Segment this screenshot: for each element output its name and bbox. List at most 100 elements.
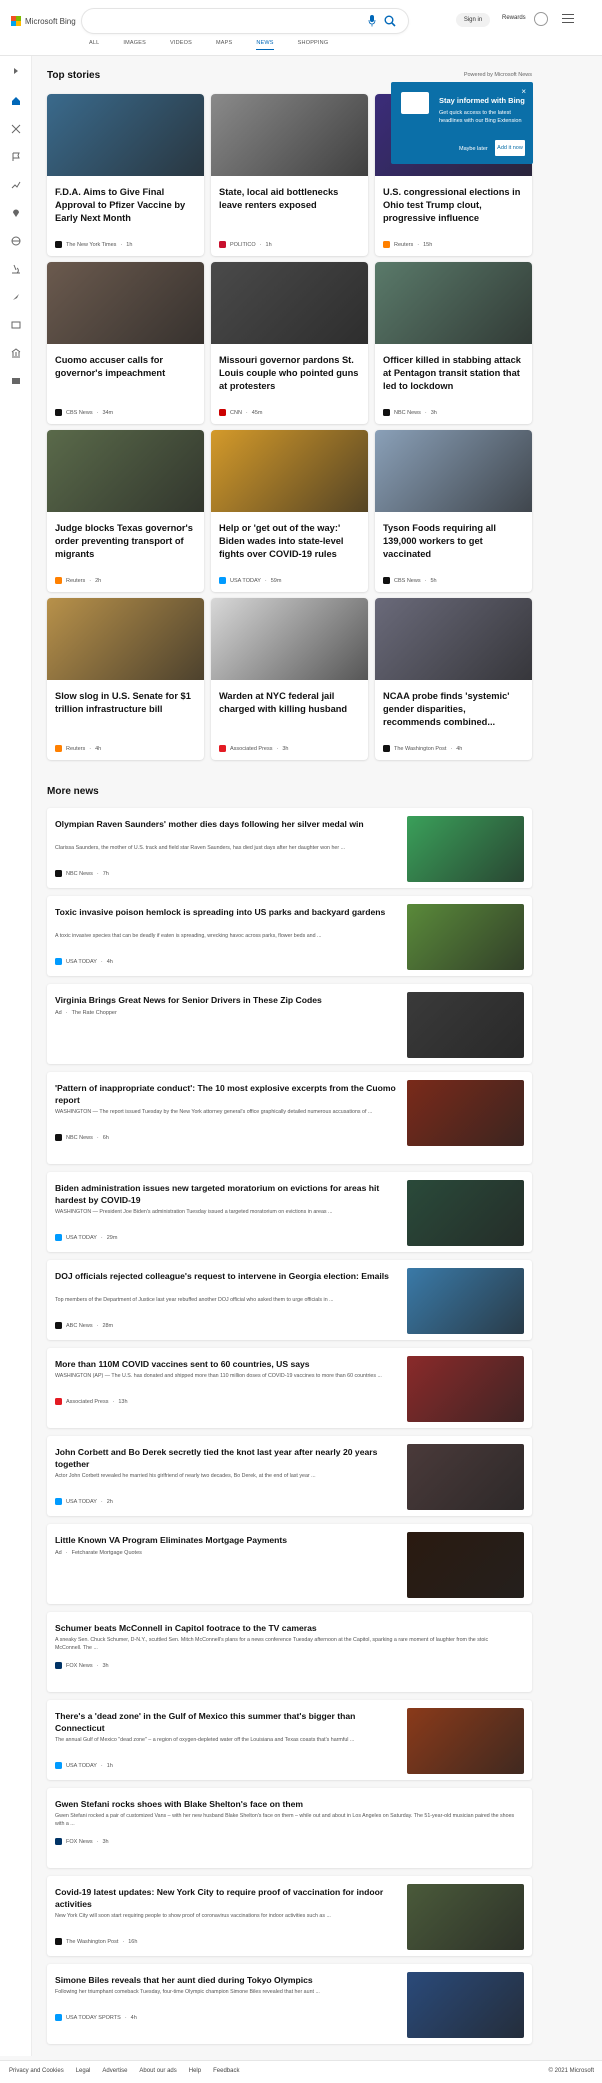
- story-card[interactable]: NCAA probe finds 'systemic' gender dispa…: [375, 598, 532, 760]
- microphone-icon[interactable]: [368, 15, 376, 27]
- film-icon[interactable]: [11, 320, 21, 330]
- bank-icon[interactable]: [11, 348, 21, 358]
- card-icon[interactable]: [11, 376, 21, 386]
- news-list-item[interactable]: John Corbett and Bo Derek secretly tied …: [47, 1436, 532, 1516]
- footer-link-legal[interactable]: Legal: [76, 2068, 91, 2074]
- news-title[interactable]: DOJ officials rejected colleague's reque…: [55, 1270, 405, 1282]
- tab-maps[interactable]: MAPS: [216, 40, 232, 50]
- story-card[interactable]: Slow slog in U.S. Senate for $1 trillion…: [47, 598, 204, 760]
- story-title[interactable]: Judge blocks Texas governor's order prev…: [55, 522, 196, 561]
- news-title[interactable]: There's a 'dead zone' in the Gulf of Mex…: [55, 1710, 405, 1734]
- close-icon[interactable]: ×: [521, 87, 526, 96]
- news-thumbnail[interactable]: [407, 1972, 524, 2038]
- footer-link-advertise[interactable]: Advertise: [102, 2068, 127, 2074]
- left-rail: [0, 56, 32, 2056]
- crossed-arrows-icon[interactable]: [11, 124, 21, 134]
- tab-videos[interactable]: VIDEOS: [170, 40, 192, 50]
- rewards-link[interactable]: Rewards: [502, 15, 526, 21]
- story-card[interactable]: Cuomo accuser calls for governor's impea…: [47, 262, 204, 424]
- news-title[interactable]: John Corbett and Bo Derek secretly tied …: [55, 1446, 405, 1470]
- story-card[interactable]: Warden at NYC federal jail charged with …: [211, 598, 368, 760]
- globe-icon[interactable]: [11, 236, 21, 246]
- story-title[interactable]: Officer killed in stabbing attack at Pen…: [383, 354, 524, 393]
- news-list-item[interactable]: Simone Biles reveals that her aunt died …: [47, 1964, 532, 2044]
- expand-chevron-icon[interactable]: [11, 66, 21, 76]
- news-list-item[interactable]: Olympian Raven Saunders' mother dies day…: [47, 808, 532, 888]
- story-card[interactable]: Tyson Foods requiring all 139,000 worker…: [375, 430, 532, 592]
- news-thumbnail[interactable]: [407, 1444, 524, 1510]
- story-card[interactable]: Help or 'get out of the way:' Biden wade…: [211, 430, 368, 592]
- bing-logo[interactable]: Microsoft Bing: [11, 16, 76, 26]
- story-title[interactable]: Tyson Foods requiring all 139,000 worker…: [383, 522, 524, 561]
- flag-icon[interactable]: [11, 152, 21, 162]
- footer-link-privacy[interactable]: Privacy and Cookies: [9, 2068, 64, 2074]
- news-list-item[interactable]: Biden administration issues new targeted…: [47, 1172, 532, 1252]
- footer-link-help[interactable]: Help: [189, 2068, 201, 2074]
- news-list-item[interactable]: DOJ officials rejected colleague's reque…: [47, 1260, 532, 1340]
- news-thumbnail[interactable]: [407, 1180, 524, 1246]
- add-it-now-button[interactable]: Add it now: [495, 140, 525, 156]
- trending-icon[interactable]: [11, 180, 21, 190]
- tab-all[interactable]: ALL: [89, 40, 99, 50]
- news-title[interactable]: Little Known VA Program Eliminates Mortg…: [55, 1534, 405, 1546]
- hamburger-menu-icon[interactable]: [562, 14, 574, 24]
- story-card[interactable]: Missouri governor pardons St. Louis coup…: [211, 262, 368, 424]
- story-title[interactable]: F.D.A. Aims to Give Final Approval to Pf…: [55, 186, 196, 225]
- story-title[interactable]: State, local aid bottlenecks leave rente…: [219, 186, 360, 212]
- story-title[interactable]: U.S. congressional elections in Ohio tes…: [383, 186, 524, 225]
- microscope-icon[interactable]: [11, 264, 21, 274]
- story-title[interactable]: NCAA probe finds 'systemic' gender dispa…: [383, 690, 524, 729]
- news-thumbnail[interactable]: [407, 816, 524, 882]
- search-input[interactable]: [82, 9, 408, 33]
- news-list-item[interactable]: 'Pattern of inappropriate conduct': The …: [47, 1072, 532, 1164]
- news-thumbnail[interactable]: [407, 1268, 524, 1334]
- news-title[interactable]: Covid-19 latest updates: New York City t…: [55, 1886, 405, 1910]
- publisher-name: NBC News: [66, 1134, 93, 1141]
- news-list-item[interactable]: Virginia Brings Great News for Senior Dr…: [47, 984, 532, 1064]
- story-card[interactable]: State, local aid bottlenecks leave rente…: [211, 94, 368, 256]
- news-thumbnail[interactable]: [407, 992, 524, 1058]
- story-title[interactable]: Warden at NYC federal jail charged with …: [219, 690, 360, 716]
- story-title[interactable]: Slow slog in U.S. Senate for $1 trillion…: [55, 690, 196, 716]
- rocket-icon[interactable]: [11, 292, 21, 302]
- sign-in-button[interactable]: Sign in: [456, 13, 490, 27]
- news-thumbnail[interactable]: [407, 904, 524, 970]
- news-list-item[interactable]: Schumer beats McConnell in Capitol footr…: [47, 1612, 532, 1692]
- news-list-item[interactable]: There's a 'dead zone' in the Gulf of Mex…: [47, 1700, 532, 1780]
- news-thumbnail[interactable]: [407, 1356, 524, 1422]
- footer-link-about-ads[interactable]: About our ads: [139, 2068, 176, 2074]
- news-title[interactable]: Toxic invasive poison hemlock is spreadi…: [55, 906, 405, 918]
- news-title[interactable]: Gwen Stefani rocks shoes with Blake Shel…: [55, 1798, 515, 1810]
- story-card[interactable]: Judge blocks Texas governor's order prev…: [47, 430, 204, 592]
- news-title[interactable]: More than 110M COVID vaccines sent to 60…: [55, 1358, 405, 1370]
- story-title[interactable]: Missouri governor pardons St. Louis coup…: [219, 354, 360, 393]
- story-card[interactable]: Officer killed in stabbing attack at Pen…: [375, 262, 532, 424]
- footer-link-feedback[interactable]: Feedback: [213, 2068, 239, 2074]
- location-pin-icon[interactable]: [11, 208, 21, 218]
- news-title[interactable]: Simone Biles reveals that her aunt died …: [55, 1974, 405, 1986]
- news-thumbnail[interactable]: [407, 1080, 524, 1146]
- tab-news[interactable]: NEWS: [256, 40, 274, 50]
- tab-shopping[interactable]: SHOPPING: [298, 40, 329, 50]
- news-list-item[interactable]: Gwen Stefani rocks shoes with Blake Shel…: [47, 1788, 532, 1868]
- news-thumbnail[interactable]: [407, 1884, 524, 1950]
- story-title[interactable]: Cuomo accuser calls for governor's impea…: [55, 354, 196, 380]
- home-icon[interactable]: [11, 96, 21, 106]
- tab-images[interactable]: IMAGES: [123, 40, 146, 50]
- news-title[interactable]: Schumer beats McConnell in Capitol footr…: [55, 1622, 515, 1634]
- news-title[interactable]: Olympian Raven Saunders' mother dies day…: [55, 818, 405, 830]
- news-list-item[interactable]: Little Known VA Program Eliminates Mortg…: [47, 1524, 532, 1604]
- story-card[interactable]: F.D.A. Aims to Give Final Approval to Pf…: [47, 94, 204, 256]
- news-title[interactable]: Biden administration issues new targeted…: [55, 1182, 405, 1206]
- news-thumbnail[interactable]: [407, 1532, 524, 1598]
- news-list-item[interactable]: Toxic invasive poison hemlock is spreadi…: [47, 896, 532, 976]
- rewards-trophy-icon[interactable]: [534, 12, 548, 26]
- news-title[interactable]: Virginia Brings Great News for Senior Dr…: [55, 994, 405, 1006]
- maybe-later-button[interactable]: Maybe later: [459, 146, 488, 152]
- news-thumbnail[interactable]: [407, 1708, 524, 1774]
- story-title[interactable]: Help or 'get out of the way:' Biden wade…: [219, 522, 360, 561]
- search-icon[interactable]: [384, 15, 396, 27]
- news-list-item[interactable]: More than 110M COVID vaccines sent to 60…: [47, 1348, 532, 1428]
- news-title[interactable]: 'Pattern of inappropriate conduct': The …: [55, 1082, 405, 1106]
- news-list-item[interactable]: Covid-19 latest updates: New York City t…: [47, 1876, 532, 1956]
